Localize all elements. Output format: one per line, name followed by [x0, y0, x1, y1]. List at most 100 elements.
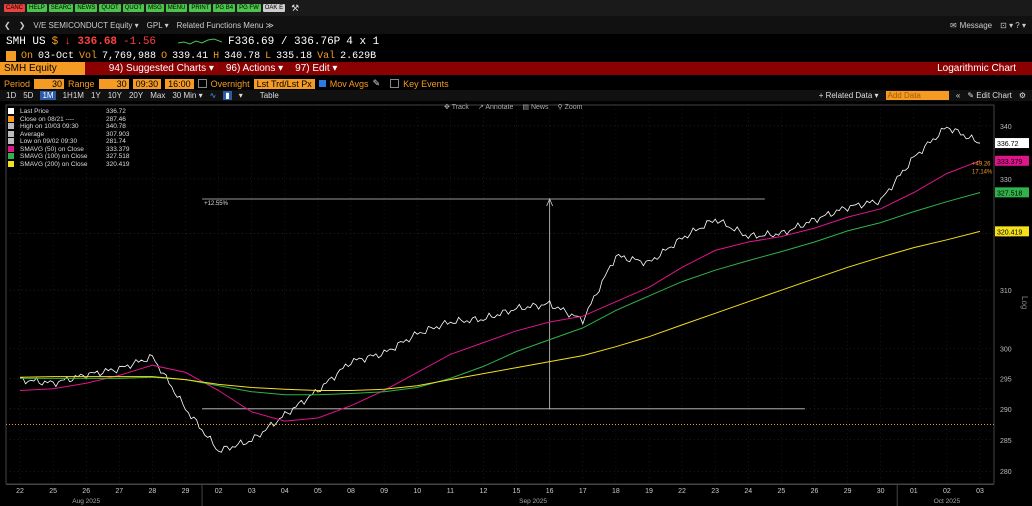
- legend-row[interactable]: SMAVG (50) on Close 333.379: [8, 145, 130, 154]
- bar-chart-icon[interactable]: ▮: [223, 91, 232, 100]
- x-tick-label: 18: [612, 488, 620, 495]
- function-key-button[interactable]: PG FW: [237, 4, 261, 12]
- annotate-tool[interactable]: ↗ Annotate: [478, 103, 513, 111]
- track-tool[interactable]: ✥ Track: [444, 103, 469, 111]
- wrench-icon[interactable]: ⚒: [291, 3, 299, 14]
- val-label: Val: [317, 50, 336, 62]
- legend-row[interactable]: Close on 08/21 ---- 287.46: [8, 115, 130, 124]
- chart-legend: Last Price 336.72 Close on 08/21 ---- 287.4…: [8, 108, 130, 168]
- message-button[interactable]: ✉ Message: [950, 21, 992, 30]
- price-chart[interactable]: 280285290295300310320330340+12.55%336.72…: [0, 101, 1032, 484]
- function-key-button[interactable]: QUOT: [99, 4, 121, 12]
- key-events-label: Key Events: [403, 78, 449, 89]
- axis-scale-caption: Log: [1020, 296, 1029, 309]
- security-field[interactable]: SMH Equity: [0, 62, 85, 75]
- x-tick-label: 04: [281, 488, 289, 495]
- settings-gear-icon[interactable]: ⚙: [1019, 91, 1032, 100]
- legend-label: Close on 08/21 ----: [20, 115, 75, 123]
- price-change: -1.56: [123, 35, 157, 48]
- mov-avgs-checkbox[interactable]: [318, 80, 326, 87]
- forward-arrow-icon[interactable]: ❯: [19, 21, 26, 30]
- period-button-20y[interactable]: 20Y: [129, 91, 143, 100]
- start-time-field[interactable]: 09:30: [132, 78, 162, 89]
- x-month-label: Sep 2025: [519, 498, 547, 505]
- key-events-checkbox[interactable]: [390, 79, 400, 88]
- period-button-1m[interactable]: 1M: [40, 91, 56, 100]
- back-arrow-icon[interactable]: ❮: [4, 21, 11, 30]
- x-tick-label: 25: [49, 488, 57, 495]
- pencil-icon[interactable]: ✎: [373, 78, 381, 89]
- period-button-10y[interactable]: 10Y: [108, 91, 122, 100]
- last-trade-select[interactable]: Lst Trd/Lst Px: [253, 78, 315, 89]
- gpl-menu[interactable]: GPL ▾: [147, 21, 169, 30]
- legend-swatch: [8, 115, 14, 122]
- function-key-button[interactable]: MSG: [146, 4, 164, 12]
- legend-value: 340.78: [106, 123, 126, 130]
- period-button-1h1m[interactable]: 1H1M: [63, 91, 84, 100]
- chart-type-dropdown-icon[interactable]: ▾: [239, 91, 243, 100]
- overnight-checkbox[interactable]: [197, 79, 207, 88]
- period-buttons: 1D 5D 1M 1H1M 1Y 10Y 20Y Max: [6, 91, 165, 100]
- function-title-bar: SMH Equity 94) Suggested Charts ▾ 96) Ac…: [0, 62, 1032, 75]
- y-tick-label: 310: [1000, 288, 1012, 295]
- legend-row[interactable]: Average 307.903: [8, 130, 130, 139]
- bid-ask: F336.69 / 336.76P: [228, 35, 341, 48]
- function-key-button[interactable]: QUOT: [122, 4, 145, 12]
- end-time-field[interactable]: 16:00: [165, 78, 194, 89]
- edit-menu[interactable]: 97) Edit ▾: [295, 63, 337, 74]
- x-tick-label: 24: [744, 488, 752, 495]
- x-tick-label: 02: [215, 488, 223, 495]
- y-tick-label: 290: [1000, 407, 1012, 414]
- related-data-menu[interactable]: + Related Data ▾: [819, 91, 879, 100]
- price-tag-label: 336.72: [997, 141, 1019, 148]
- val-value: 2.629B: [340, 50, 377, 62]
- table-button[interactable]: Table: [260, 91, 279, 100]
- zoom-tool[interactable]: ⚲ Zoom: [557, 103, 582, 111]
- y-tick-label: 330: [1000, 177, 1012, 184]
- function-key-button[interactable]: SEARC: [48, 4, 74, 12]
- period-button-max[interactable]: Max: [150, 91, 165, 100]
- window-controls[interactable]: ⊡ ▾ ? ▾: [1000, 21, 1032, 30]
- function-key-button[interactable]: OAK E: [262, 4, 286, 12]
- last-price: ↓ 336.68: [64, 35, 118, 48]
- actions-menu[interactable]: 96) Actions ▾: [226, 63, 283, 74]
- series-line-last-price: [19, 126, 981, 453]
- message-label: Message: [959, 20, 993, 30]
- security-title[interactable]: V/E SEMICONDUCT Equity ▾: [33, 21, 138, 30]
- legend-row[interactable]: Last Price 336.72: [8, 108, 130, 116]
- line-chart-icon[interactable]: ∿: [210, 91, 217, 100]
- legend-row[interactable]: High on 10/03 09:30 340.78: [8, 123, 130, 131]
- collapse-icon[interactable]: «: [956, 91, 960, 100]
- function-key-button[interactable]: NEWS: [75, 4, 98, 12]
- series-line-smavg-50-: [19, 160, 981, 422]
- news-tool[interactable]: ▤ News: [522, 103, 548, 111]
- edit-chart-button[interactable]: ✎ Edit Chart: [967, 91, 1012, 100]
- open-value: 339.41: [172, 50, 209, 62]
- period-button-1d[interactable]: 1D: [6, 91, 16, 100]
- period-button-5d[interactable]: 5D: [23, 91, 33, 100]
- x-axis: 22 25 26 27 28 29 02 03 04 05 08 09 10 11 12 15 16 17 18 19…: [6, 484, 994, 506]
- add-data-input[interactable]: Add Data: [885, 91, 949, 100]
- legend-row[interactable]: Low on 09/02 09:30 281.74: [8, 138, 130, 146]
- function-key-button[interactable]: HELP: [27, 4, 47, 12]
- suggested-charts-menu[interactable]: 94) Suggested Charts ▾: [109, 63, 214, 74]
- plot-frame: [5, 104, 995, 484]
- overnight-label: Overnight: [210, 78, 250, 89]
- function-key-button[interactable]: MENU: [165, 4, 188, 12]
- x-tick-label: 27: [115, 488, 123, 495]
- range-field[interactable]: 30: [98, 78, 129, 89]
- interval-select[interactable]: 30 Min ▾: [172, 91, 202, 100]
- change-note: +49.26: [972, 161, 991, 167]
- function-key-button[interactable]: PRINT: [189, 4, 212, 12]
- x-tick-label: 26: [82, 488, 90, 495]
- function-key-button[interactable]: CANC: [4, 4, 26, 12]
- legend-row[interactable]: SMAVG (100) on Close 327.518: [8, 153, 130, 161]
- related-functions-menu[interactable]: Related Functions Menu ≫: [177, 21, 274, 30]
- period-field[interactable]: 30: [34, 78, 65, 89]
- navigation-bar: ❮ ❯ V/E SEMICONDUCT Equity ▾ GPL ▾ Relat…: [0, 16, 1032, 34]
- function-key-button[interactable]: PG B4: [213, 4, 236, 12]
- sparkline-icon: [178, 37, 223, 45]
- legend-row[interactable]: SMAVG (200) on Close 320.419: [8, 160, 130, 169]
- legend-label: SMAVG (100) on Close: [20, 153, 88, 160]
- period-button-1y[interactable]: 1Y: [91, 91, 101, 100]
